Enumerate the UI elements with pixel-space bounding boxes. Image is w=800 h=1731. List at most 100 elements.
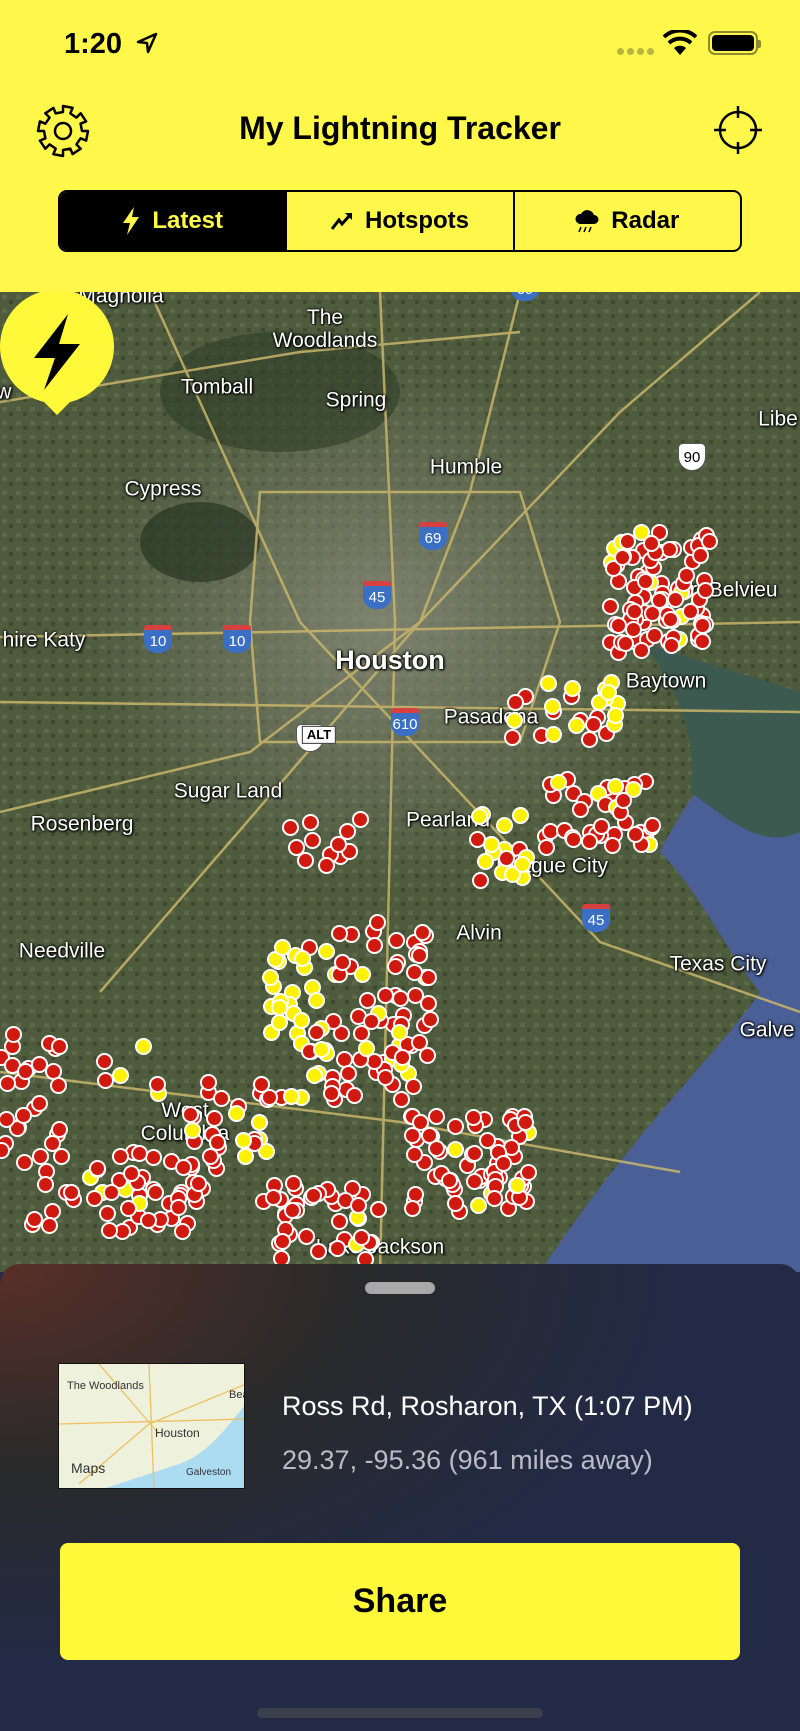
strike-dot[interactable] xyxy=(403,1199,421,1217)
sheet-drag-handle[interactable] xyxy=(365,1282,435,1294)
strike-dot[interactable] xyxy=(636,572,654,590)
recent-strike-dot[interactable] xyxy=(308,991,326,1009)
strike-dot[interactable] xyxy=(666,590,684,608)
strike-dot[interactable] xyxy=(661,540,679,558)
strike-dot[interactable] xyxy=(100,1221,118,1239)
strike-dot[interactable] xyxy=(404,1078,422,1096)
strike-dot[interactable] xyxy=(309,1243,327,1261)
strike-dot[interactable] xyxy=(174,1158,192,1176)
strike-dot[interactable] xyxy=(391,989,409,1007)
strike-dot[interactable] xyxy=(376,1068,394,1086)
strike-dot[interactable] xyxy=(30,1056,48,1073)
crosshair-icon[interactable] xyxy=(712,104,764,156)
recent-strike-dot[interactable] xyxy=(482,835,500,853)
strike-dot[interactable] xyxy=(662,610,680,628)
strike-dot[interactable] xyxy=(281,819,299,837)
strike-dot[interactable] xyxy=(393,1049,411,1067)
recent-strike-dot[interactable] xyxy=(506,711,524,729)
strike-dot[interactable] xyxy=(471,871,489,889)
strike-dot[interactable] xyxy=(406,963,424,981)
strike-dot[interactable] xyxy=(693,633,711,651)
strike-dot[interactable] xyxy=(376,986,394,1004)
tab-radar[interactable]: Radar xyxy=(512,192,740,250)
strike-dot[interactable] xyxy=(36,1176,54,1194)
strike-dot[interactable] xyxy=(368,914,386,932)
strike-dot[interactable] xyxy=(85,1190,103,1208)
strike-dot[interactable] xyxy=(392,1090,410,1108)
recent-strike-dot[interactable] xyxy=(353,966,371,984)
strike-dot[interactable] xyxy=(25,1211,43,1229)
strike-dot[interactable] xyxy=(662,637,680,655)
recent-strike-dot[interactable] xyxy=(271,1013,289,1031)
strike-dot[interactable] xyxy=(148,1075,166,1093)
recent-strike-dot[interactable] xyxy=(539,675,557,693)
recent-strike-dot[interactable] xyxy=(184,1121,202,1139)
strike-dot[interactable] xyxy=(352,1228,370,1246)
strike-dot[interactable] xyxy=(440,1172,458,1190)
strike-dot[interactable] xyxy=(49,1076,67,1094)
recent-strike-dot[interactable] xyxy=(111,1066,129,1084)
strike-dot[interactable] xyxy=(446,1118,464,1136)
strike-dot[interactable] xyxy=(571,801,589,819)
strike-dot[interactable] xyxy=(98,1205,116,1223)
strike-dot[interactable] xyxy=(365,937,383,955)
strike-dot[interactable] xyxy=(609,616,627,634)
strike-dot[interactable] xyxy=(102,1183,120,1201)
strike-dot[interactable] xyxy=(466,1172,484,1190)
strike-dot[interactable] xyxy=(604,836,622,854)
strike-dot[interactable] xyxy=(413,923,431,941)
tab-latest[interactable]: Latest xyxy=(60,192,286,250)
recent-strike-dot[interactable] xyxy=(544,697,562,715)
strike-dot[interactable] xyxy=(15,1154,33,1172)
strike-dot[interactable] xyxy=(119,1200,137,1218)
strike-dot[interactable] xyxy=(615,791,633,809)
strike-dot[interactable] xyxy=(333,953,351,971)
strike-dot[interactable] xyxy=(111,1147,129,1165)
strike-dot[interactable] xyxy=(330,1213,348,1231)
recent-strike-dot[interactable] xyxy=(134,1037,152,1055)
strike-dot[interactable] xyxy=(421,1011,439,1029)
strike-dot[interactable] xyxy=(362,1013,380,1031)
strike-dot[interactable] xyxy=(446,1194,464,1212)
strike-dot[interactable] xyxy=(538,838,556,856)
recent-strike-dot[interactable] xyxy=(293,950,311,968)
strike-dot[interactable] xyxy=(643,817,661,835)
strike-dot[interactable] xyxy=(50,1037,68,1055)
strike-dot[interactable] xyxy=(464,1108,482,1126)
strike-dot[interactable] xyxy=(564,830,582,848)
recent-strike-dot[interactable] xyxy=(599,684,617,702)
strike-dot[interactable] xyxy=(351,810,369,828)
strike-dot[interactable] xyxy=(296,851,314,869)
selected-strike-marker[interactable] xyxy=(0,292,114,416)
strike-dot[interactable] xyxy=(305,1186,323,1204)
recent-strike-dot[interactable] xyxy=(250,1113,268,1131)
strike-dot[interactable] xyxy=(130,1144,148,1162)
recent-strike-dot[interactable] xyxy=(606,706,624,724)
lightning-map[interactable]: Magnolia The Woodlands Tomball Spring Humble… xyxy=(0,292,800,1272)
recent-strike-dot[interactable] xyxy=(511,807,529,825)
strike-dot[interactable] xyxy=(283,1201,301,1219)
strike-dot[interactable] xyxy=(330,924,348,942)
strike-dot[interactable] xyxy=(345,1086,363,1104)
strike-dot[interactable] xyxy=(265,1188,283,1206)
map-thumbnail[interactable]: The Woodlands Houston Galveston Bea Maps xyxy=(58,1363,245,1489)
strike-dot[interactable] xyxy=(40,1216,58,1234)
strike-dot[interactable] xyxy=(696,581,714,599)
strike-dot[interactable] xyxy=(369,1200,387,1218)
strike-dot[interactable] xyxy=(494,1155,512,1173)
strike-dot[interactable] xyxy=(328,1240,346,1258)
strike-dot[interactable] xyxy=(427,1107,445,1125)
strike-dot[interactable] xyxy=(206,1109,224,1127)
strike-dot[interactable] xyxy=(627,825,645,843)
strike-dot[interactable] xyxy=(274,1232,292,1250)
recent-strike-dot[interactable] xyxy=(550,773,568,791)
strike-dot[interactable] xyxy=(62,1183,80,1201)
strike-dot[interactable] xyxy=(182,1105,200,1123)
strike-dot[interactable] xyxy=(498,849,516,867)
strike-dot[interactable] xyxy=(302,813,320,831)
tab-hotspots[interactable]: Hotspots xyxy=(285,192,512,250)
strike-dot[interactable] xyxy=(139,1211,157,1229)
recent-strike-dot[interactable] xyxy=(469,1196,487,1214)
recent-strike-dot[interactable] xyxy=(568,716,586,734)
strike-dot[interactable] xyxy=(645,626,663,644)
